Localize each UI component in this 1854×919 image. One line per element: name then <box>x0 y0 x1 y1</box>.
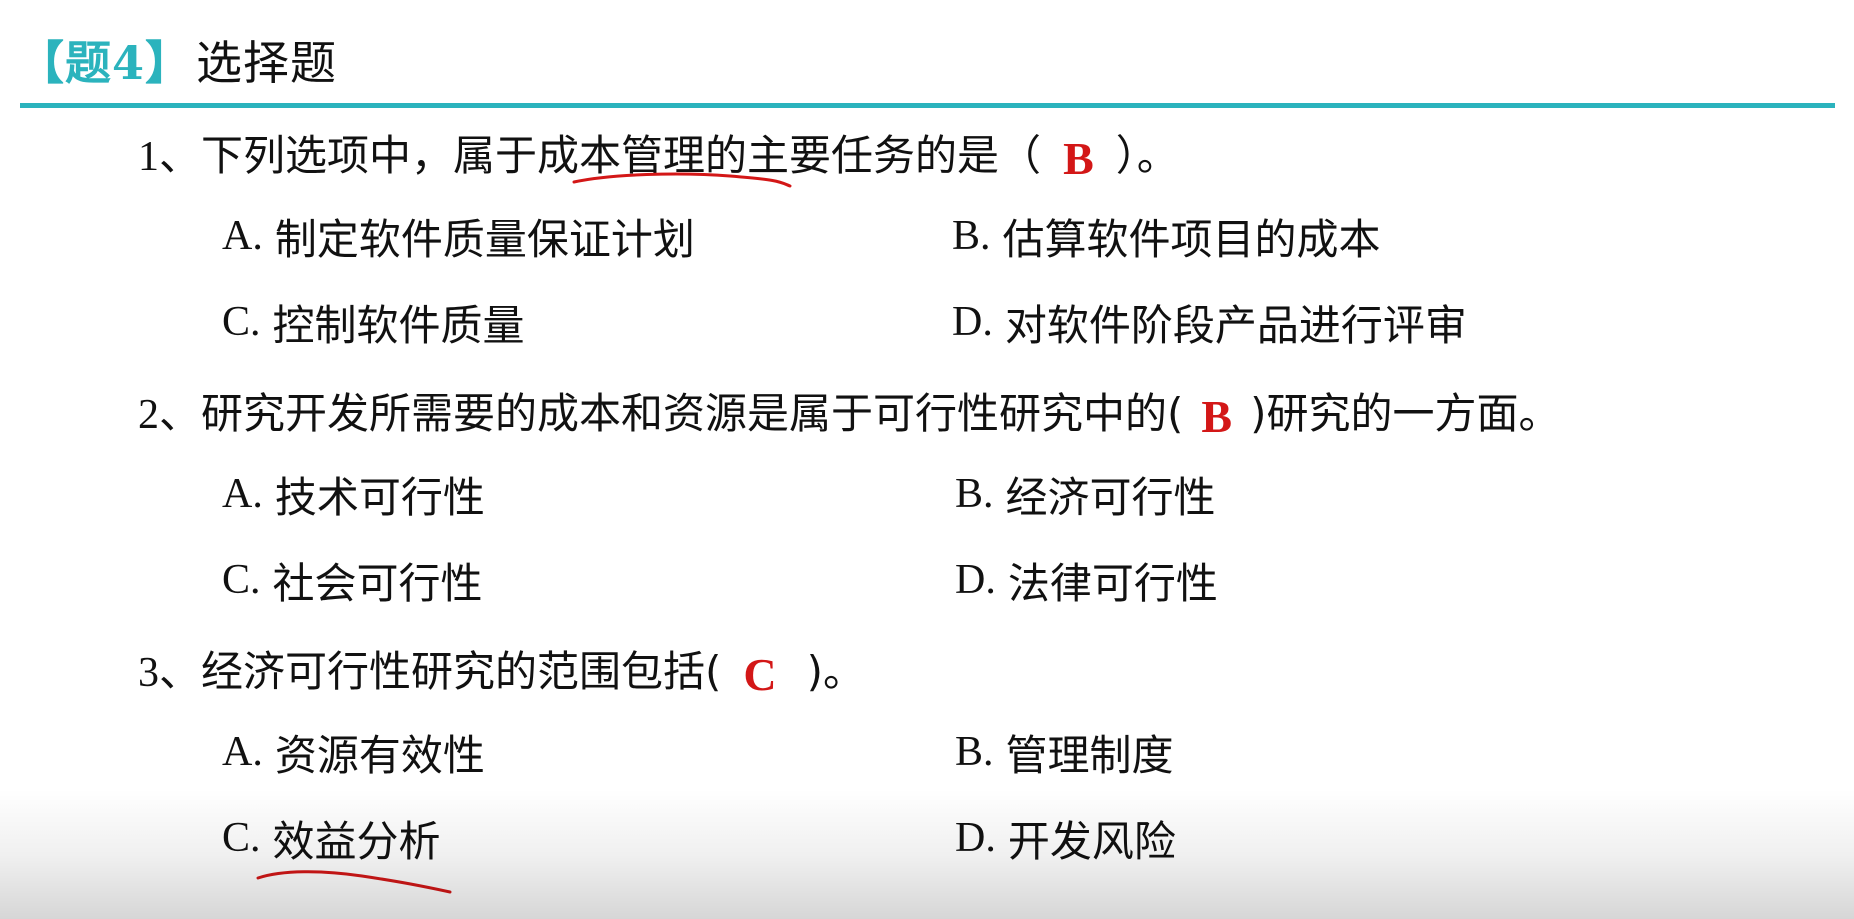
option-letter: D. <box>955 815 996 861</box>
question-text: 的主要任务的是（ <box>705 130 1042 180</box>
option-text: 控制软件质量 <box>272 300 525 350</box>
answer-mark: B <box>1063 132 1094 184</box>
option-letter: D. <box>952 299 993 345</box>
option-d[interactable]: D. 法律可行性 <box>955 550 1218 610</box>
question-number: 1、 <box>138 133 202 180</box>
question-text: 经济可行性研究的范围包括( <box>201 646 722 696</box>
answer-mark: C <box>743 648 777 700</box>
option-b[interactable]: B. 估算软件项目的成本 <box>952 206 1381 266</box>
option-a[interactable]: A. 制定软件质量保证计划 <box>222 206 695 266</box>
option-d[interactable]: D. 开发风险 <box>955 808 1176 868</box>
option-c[interactable]: C. 控制软件质量 <box>222 292 525 352</box>
slide-header: 【题4】 选择题 <box>18 30 337 90</box>
question-text: )研究的一方面。 <box>1250 388 1561 438</box>
question-text-underlined: 成本管理 <box>537 130 706 180</box>
option-text: 法律可行性 <box>1007 558 1218 608</box>
option-b[interactable]: B. 管理制度 <box>955 722 1174 782</box>
question-1: 1、 下列选项中，属于 成本管理 的主要任务的是（ B ）。 <box>138 120 1179 184</box>
option-letter: A. <box>222 471 263 517</box>
option-text: 效益分析 <box>272 816 441 866</box>
option-letter: C. <box>222 557 261 603</box>
option-c[interactable]: C. 效益分析 <box>222 808 441 868</box>
option-text: 管理制度 <box>1005 730 1174 780</box>
option-letter: B. <box>955 471 994 517</box>
question-text: )。 <box>806 646 866 696</box>
option-text: 经济可行性 <box>1005 472 1216 522</box>
question-text: ）。 <box>1115 130 1179 180</box>
option-text: 制定软件质量保证计划 <box>274 214 695 264</box>
option-a[interactable]: A. 资源有效性 <box>222 722 485 782</box>
option-text: 技术可行性 <box>274 472 485 522</box>
option-letter: B. <box>955 729 994 775</box>
question-number: 2、 <box>138 391 202 438</box>
option-a[interactable]: A. 技术可行性 <box>222 464 485 524</box>
option-text: 资源有效性 <box>274 730 485 780</box>
option-c[interactable]: C. 社会可行性 <box>222 550 483 610</box>
question-text: 研究开发所需要的成本和资源是属于可行性研究中的( <box>201 388 1184 438</box>
question-number: 3、 <box>138 649 202 696</box>
page-title: 选择题 <box>196 36 338 90</box>
option-text: 对软件阶段产品进行评审 <box>1004 300 1467 350</box>
option-letter: A. <box>222 729 263 775</box>
option-b[interactable]: B. 经济可行性 <box>955 464 1216 524</box>
answer-mark: B <box>1201 390 1233 442</box>
option-letter: D. <box>955 557 996 603</box>
option-letter: B. <box>952 213 991 259</box>
option-letter: C. <box>222 815 261 861</box>
option-letter: A. <box>222 213 263 259</box>
option-d[interactable]: D. 对软件阶段产品进行评审 <box>952 292 1467 352</box>
question-2: 2、 研究开发所需要的成本和资源是属于可行性研究中的( B )研究的一方面。 <box>138 378 1560 442</box>
question-tag: 【题4】 <box>18 36 193 90</box>
question-text: 下列选项中，属于 <box>201 130 538 180</box>
question-3: 3、 经济可行性研究的范围包括( C )。 <box>138 636 865 700</box>
option-text: 估算软件项目的成本 <box>1002 214 1381 264</box>
header-divider <box>20 103 1835 108</box>
option-text: 社会可行性 <box>272 558 483 608</box>
option-letter: C. <box>222 299 261 345</box>
option-text: 开发风险 <box>1007 816 1176 866</box>
